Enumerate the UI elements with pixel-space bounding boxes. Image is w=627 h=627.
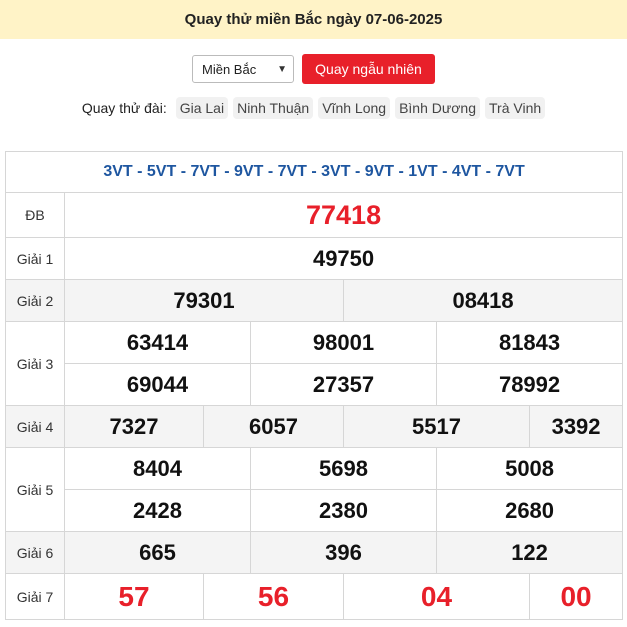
prize-6-number: 396	[250, 531, 437, 574]
station-link-vinh-long[interactable]: Vĩnh Long	[318, 97, 391, 119]
prize-label-4: Giải 4	[5, 405, 65, 448]
prize-label-db: ĐB	[5, 192, 65, 238]
prize-7-number: 56	[203, 573, 344, 620]
special-prize-number: 77418	[63, 192, 624, 238]
prize-5-number: 2680	[435, 489, 624, 532]
prize-5-number: 2428	[64, 489, 251, 532]
station-label: Quay thử đài:	[81, 100, 167, 116]
prize-7-number: 00	[528, 573, 624, 620]
prize-3-number: 63414	[64, 321, 251, 364]
prize-5-number: 2380	[250, 489, 437, 532]
prize-7-number: 04	[343, 573, 530, 620]
prize-5-number: 8404	[64, 447, 251, 490]
prize-4-number: 3392	[528, 405, 624, 448]
page-header: Quay thử miền Bắc ngày 07-06-2025	[0, 0, 627, 39]
region-select-value: Miền Bắc	[202, 61, 257, 77]
prize-1-number: 49750	[63, 237, 624, 280]
prize-6-number: 665	[64, 531, 251, 574]
prize-2-number: 79301	[64, 279, 344, 322]
prize-label-7: Giải 7	[5, 573, 65, 620]
prize-7-number: 57	[64, 573, 204, 620]
random-spin-button[interactable]: Quay ngẫu nhiên	[302, 54, 435, 84]
prize-3-number: 27357	[250, 363, 437, 406]
page-title: Quay thử miền Bắc ngày 07-06-2025	[184, 11, 443, 28]
prize-3-number: 81843	[435, 321, 624, 364]
prize-4-number: 5517	[343, 405, 530, 448]
prize-label-5: Giải 5	[5, 447, 65, 532]
station-link-gia-lai[interactable]: Gia Lai	[175, 97, 229, 119]
special-codes: 3VT - 5VT - 7VT - 9VT - 7VT - 3VT - 9VT …	[4, 151, 624, 193]
prize-3-number: 78992	[435, 363, 624, 406]
region-select[interactable]: Miền Bắc ▼	[192, 55, 294, 83]
prize-label-6: Giải 6	[5, 531, 65, 574]
prize-3-number: 69044	[64, 363, 251, 406]
prize-4-number: 6057	[203, 405, 344, 448]
station-links: Quay thử đài: Gia Lai Ninh Thuận Vĩnh Lo…	[0, 97, 627, 119]
prize-6-number: 122	[435, 531, 624, 574]
station-link-ninh-thuan[interactable]: Ninh Thuận	[233, 97, 314, 119]
prize-2-number: 08418	[342, 279, 624, 322]
prize-4-number: 7327	[64, 405, 204, 448]
prize-3-number: 98001	[250, 321, 437, 364]
prize-label-3: Giải 3	[5, 321, 65, 406]
station-link-binh-duong[interactable]: Bình Dương	[395, 97, 480, 119]
chevron-down-icon: ▼	[277, 63, 287, 75]
prize-label-2: Giải 2	[5, 279, 65, 322]
controls-bar: Miền Bắc ▼ Quay ngẫu nhiên	[0, 54, 627, 84]
prize-5-number: 5008	[435, 447, 624, 490]
prize-5-number: 5698	[250, 447, 437, 490]
station-link-tra-vinh[interactable]: Trà Vinh	[485, 97, 546, 119]
results-table: 3VT - 5VT - 7VT - 9VT - 7VT - 3VT - 9VT …	[4, 151, 624, 620]
prize-label-1: Giải 1	[5, 237, 65, 280]
